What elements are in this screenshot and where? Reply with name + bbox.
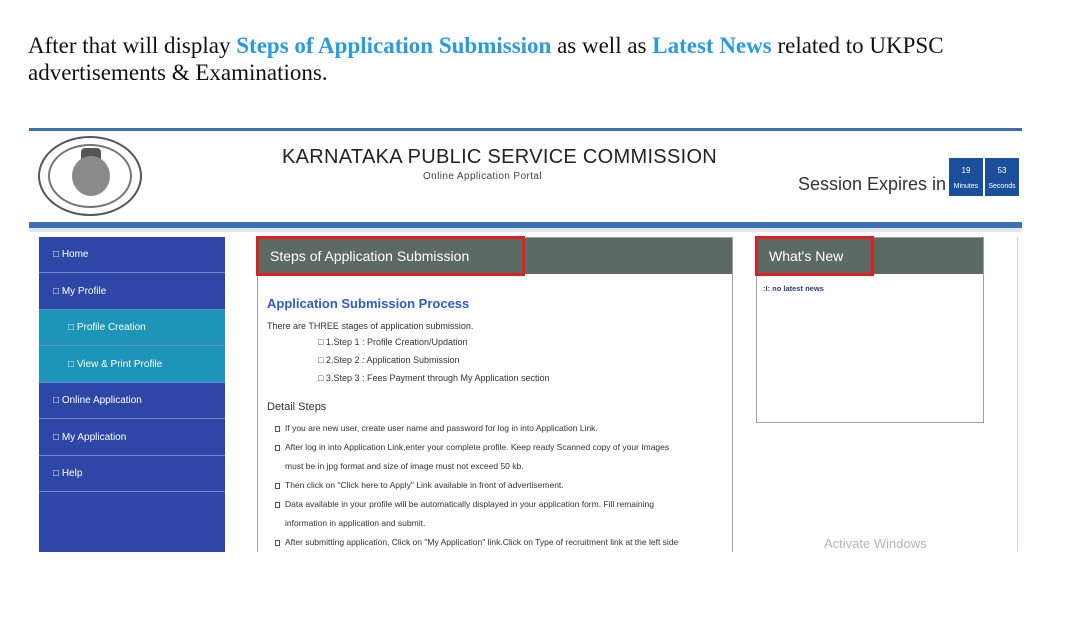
sidebar-item-my-profile[interactable]: □ My Profile xyxy=(39,273,225,310)
session-minutes-box: 19 Minutes xyxy=(949,158,983,196)
detail-step: After submitting application, Click on "… xyxy=(275,533,730,552)
portal-screenshot: KARNATAKA PUBLIC SERVICE COMMISSION Onli… xyxy=(29,128,1022,552)
highlight-box-steps xyxy=(256,236,525,276)
header-shadow xyxy=(29,228,1022,232)
bullet-box-icon xyxy=(275,483,280,489)
highlight-box-whats-new xyxy=(755,236,874,276)
detail-step-text: Data available in your profile will be a… xyxy=(285,499,654,509)
sidebar-item-online-application[interactable]: □ Online Application xyxy=(39,383,225,419)
bullet-box-icon xyxy=(275,426,280,432)
session-seconds-value: 53 xyxy=(997,166,1007,175)
state-emblem-icon xyxy=(72,156,110,196)
detail-step-text: Then click on "Click here to Apply" Link… xyxy=(285,480,564,490)
right-divider xyxy=(1017,237,1018,552)
portal-title: KARNATAKA PUBLIC SERVICE COMMISSION xyxy=(282,146,718,168)
intro-paragraph: After that will display Steps of Applica… xyxy=(28,32,1058,86)
process-title: Application Submission Process xyxy=(267,296,470,311)
session-minutes-value: 19 xyxy=(961,166,971,175)
bullet-box-icon xyxy=(275,445,280,451)
detail-step-continued: must be in jpg format and size of image … xyxy=(275,457,740,476)
sidebar-item-my-application[interactable]: □ My Application xyxy=(39,419,225,456)
stage-item: □ 1.Step 1 : Profile Creation/Updation xyxy=(318,337,468,347)
session-seconds-box: 53 Seconds xyxy=(985,158,1019,196)
detail-step: Data available in your profile will be a… xyxy=(275,495,730,514)
session-minutes-unit: Minutes xyxy=(953,183,979,190)
news-item[interactable]: :I: no latest news xyxy=(763,284,824,293)
portal-subtitle: Online Application Portal xyxy=(423,171,542,182)
bullet-box-icon xyxy=(275,540,280,546)
detail-step-text: information in application and submit. xyxy=(285,518,426,528)
detail-steps-title: Detail Steps xyxy=(267,401,327,413)
stage-item: □ 2.Step 2 : Application Submission xyxy=(318,355,460,365)
activate-windows-watermark: Activate Windows xyxy=(824,536,927,551)
bullet-box-icon xyxy=(275,502,280,508)
intro-highlight-steps: Steps of Application Submission xyxy=(236,33,552,58)
detail-step-text: After submitting application, Click on "… xyxy=(285,537,679,547)
intro-text-1: After that will display xyxy=(28,33,237,58)
sidebar-nav: □ Home □ My Profile □ Profile Creation □… xyxy=(39,237,225,552)
detail-step-text: must be in jpg format and size of image … xyxy=(285,461,524,471)
stage-item: □ 3.Step 3 : Fees Payment through My App… xyxy=(318,373,550,383)
kpsc-logo[interactable] xyxy=(38,136,142,216)
detail-step-text: If you are new user, create user name an… xyxy=(285,423,598,433)
detail-step: If you are new user, create user name an… xyxy=(275,419,730,438)
steps-panel: Steps of Application Submission Applicat… xyxy=(257,237,733,552)
detail-step: After log in into Application Link,enter… xyxy=(275,438,730,457)
detail-step-text: After log in into Application Link,enter… xyxy=(285,442,670,452)
detail-step-continued: information in application and submit. xyxy=(275,514,740,533)
session-expires-label: Session Expires in xyxy=(798,174,947,194)
stages-intro: There are THREE stages of application su… xyxy=(267,321,474,331)
header-top-rule xyxy=(29,128,1022,131)
sidebar-item-profile-creation[interactable]: □ Profile Creation xyxy=(39,310,225,346)
sidebar-item-view-print-profile[interactable]: □ View & Print Profile xyxy=(39,346,225,383)
sidebar-item-home[interactable]: □ Home xyxy=(39,237,225,273)
sidebar-item-help[interactable]: □ Help xyxy=(39,456,225,492)
intro-highlight-news: Latest News xyxy=(652,33,772,58)
detail-step: Then click on "Click here to Apply" Link… xyxy=(275,476,730,495)
intro-text-2: as well as xyxy=(551,33,653,58)
session-seconds-unit: Seconds xyxy=(988,183,1016,190)
